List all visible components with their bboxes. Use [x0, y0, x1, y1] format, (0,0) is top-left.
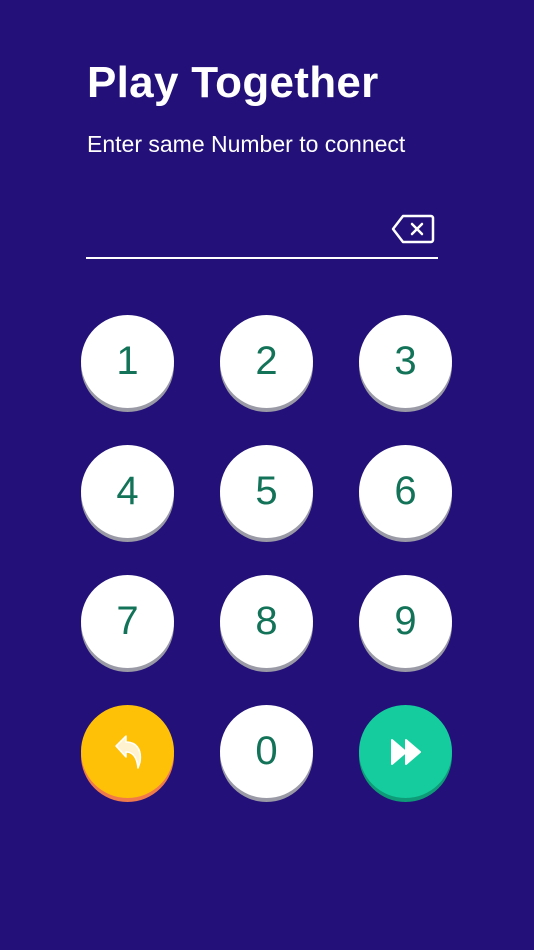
key-8[interactable]: 8 [220, 575, 313, 668]
page-subtitle: Enter same Number to connect [87, 131, 406, 157]
submit-button[interactable] [359, 705, 452, 798]
key-5[interactable]: 5 [220, 445, 313, 538]
backspace-icon[interactable] [391, 213, 435, 245]
number-keypad: 1 2 3 4 5 6 7 8 9 0 [81, 315, 453, 800]
key-2[interactable]: 2 [220, 315, 313, 408]
key-1[interactable]: 1 [81, 315, 174, 408]
key-9[interactable]: 9 [359, 575, 452, 668]
number-input-field[interactable] [86, 205, 438, 259]
page-title: Play Together [87, 58, 379, 107]
key-3[interactable]: 3 [359, 315, 452, 408]
key-6[interactable]: 6 [359, 445, 452, 538]
undo-arrow-icon [108, 732, 148, 772]
key-7[interactable]: 7 [81, 575, 174, 668]
key-0[interactable]: 0 [220, 705, 313, 798]
back-button[interactable] [81, 705, 174, 798]
key-4[interactable]: 4 [81, 445, 174, 538]
fast-forward-icon [386, 732, 426, 772]
